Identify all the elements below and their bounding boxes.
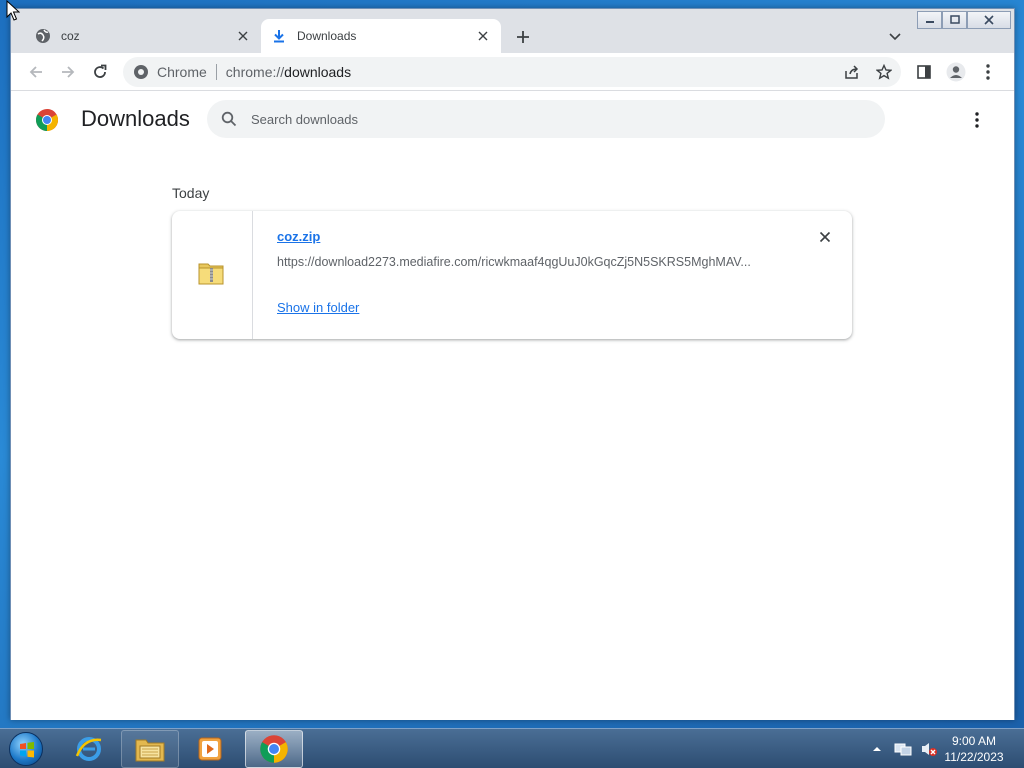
file-explorer-taskbar-icon[interactable] [121,730,179,768]
back-button[interactable] [23,59,49,85]
download-source-url: https://download2273.mediafire.com/ricwk… [277,255,751,269]
tab-coz[interactable]: coz [25,19,261,53]
profile-avatar-icon[interactable] [943,59,969,85]
media-player-taskbar-icon[interactable] [182,730,240,768]
file-icon-area [172,211,253,339]
browser-toolbar: Chrome chrome:// downloads [11,53,1014,91]
remove-download-close-icon[interactable] [813,225,837,249]
chrome-site-icon [133,64,149,80]
page-title: Downloads [81,106,190,131]
search-downloads-box[interactable] [207,100,885,138]
tab-strip: coz Downloads [11,9,1014,53]
bookmark-star-icon[interactable] [872,60,896,84]
window-controls [917,11,1011,29]
downloads-page: Downloads Today [11,92,1014,720]
mouse-pointer-icon [6,0,20,21]
chrome-taskbar-icon[interactable] [245,730,303,768]
chrome-menu-icon[interactable] [975,59,1001,85]
download-icon [271,28,287,44]
tab-label: Downloads [297,29,357,43]
browser-window: coz Downloads Chrome chrome:// downloads… [10,8,1015,720]
network-icon[interactable] [892,738,914,760]
side-panel-icon[interactable] [911,59,937,85]
share-icon[interactable] [840,60,864,84]
show-in-folder-link[interactable]: Show in folder [277,300,359,315]
tab-close-icon[interactable] [231,24,255,48]
internet-explorer-taskbar-icon[interactable] [60,730,118,768]
tab-label: coz [61,29,80,43]
address-divider [215,64,217,80]
file-name-link[interactable]: coz.zip [277,229,320,244]
zip-folder-icon [196,257,228,294]
downloads-more-actions-icon[interactable] [965,108,989,132]
system-tray [866,735,944,763]
search-icon [219,109,239,129]
chrome-logo-icon [35,108,59,132]
downloads-header: Downloads [11,92,1014,148]
taskbar: 9:00 AM 11/22/2023 [0,728,1024,768]
tab-search-chevron-icon[interactable] [883,27,907,47]
minimize-button[interactable] [917,11,942,29]
site-name: Chrome [157,64,207,80]
show-hidden-icons-chevron-icon[interactable] [866,738,888,760]
download-item: coz.zip https://download2273.mediafire.c… [172,211,852,339]
reload-button[interactable] [87,59,113,85]
clock-date: 11/22/2023 [944,750,1004,764]
clock-time: 9:00 AM [951,734,997,748]
restore-button[interactable] [942,11,967,29]
globe-icon [35,28,51,44]
tab-close-icon[interactable] [471,24,495,48]
tab-downloads[interactable]: Downloads [261,19,501,53]
start-button[interactable] [6,730,46,768]
search-downloads-input[interactable] [251,111,851,127]
url-scheme: chrome:// [225,64,285,80]
window-close-button[interactable] [967,11,1011,29]
taskbar-clock[interactable]: 9:00 AM 11/22/2023 [936,733,1012,765]
url-host: downloads [284,64,352,80]
forward-button[interactable] [55,59,81,85]
date-section-label: Today [172,185,210,201]
address-bar[interactable]: Chrome chrome:// downloads [123,57,901,87]
new-tab-button[interactable] [511,25,535,49]
windows-start-orb-icon [9,732,43,766]
